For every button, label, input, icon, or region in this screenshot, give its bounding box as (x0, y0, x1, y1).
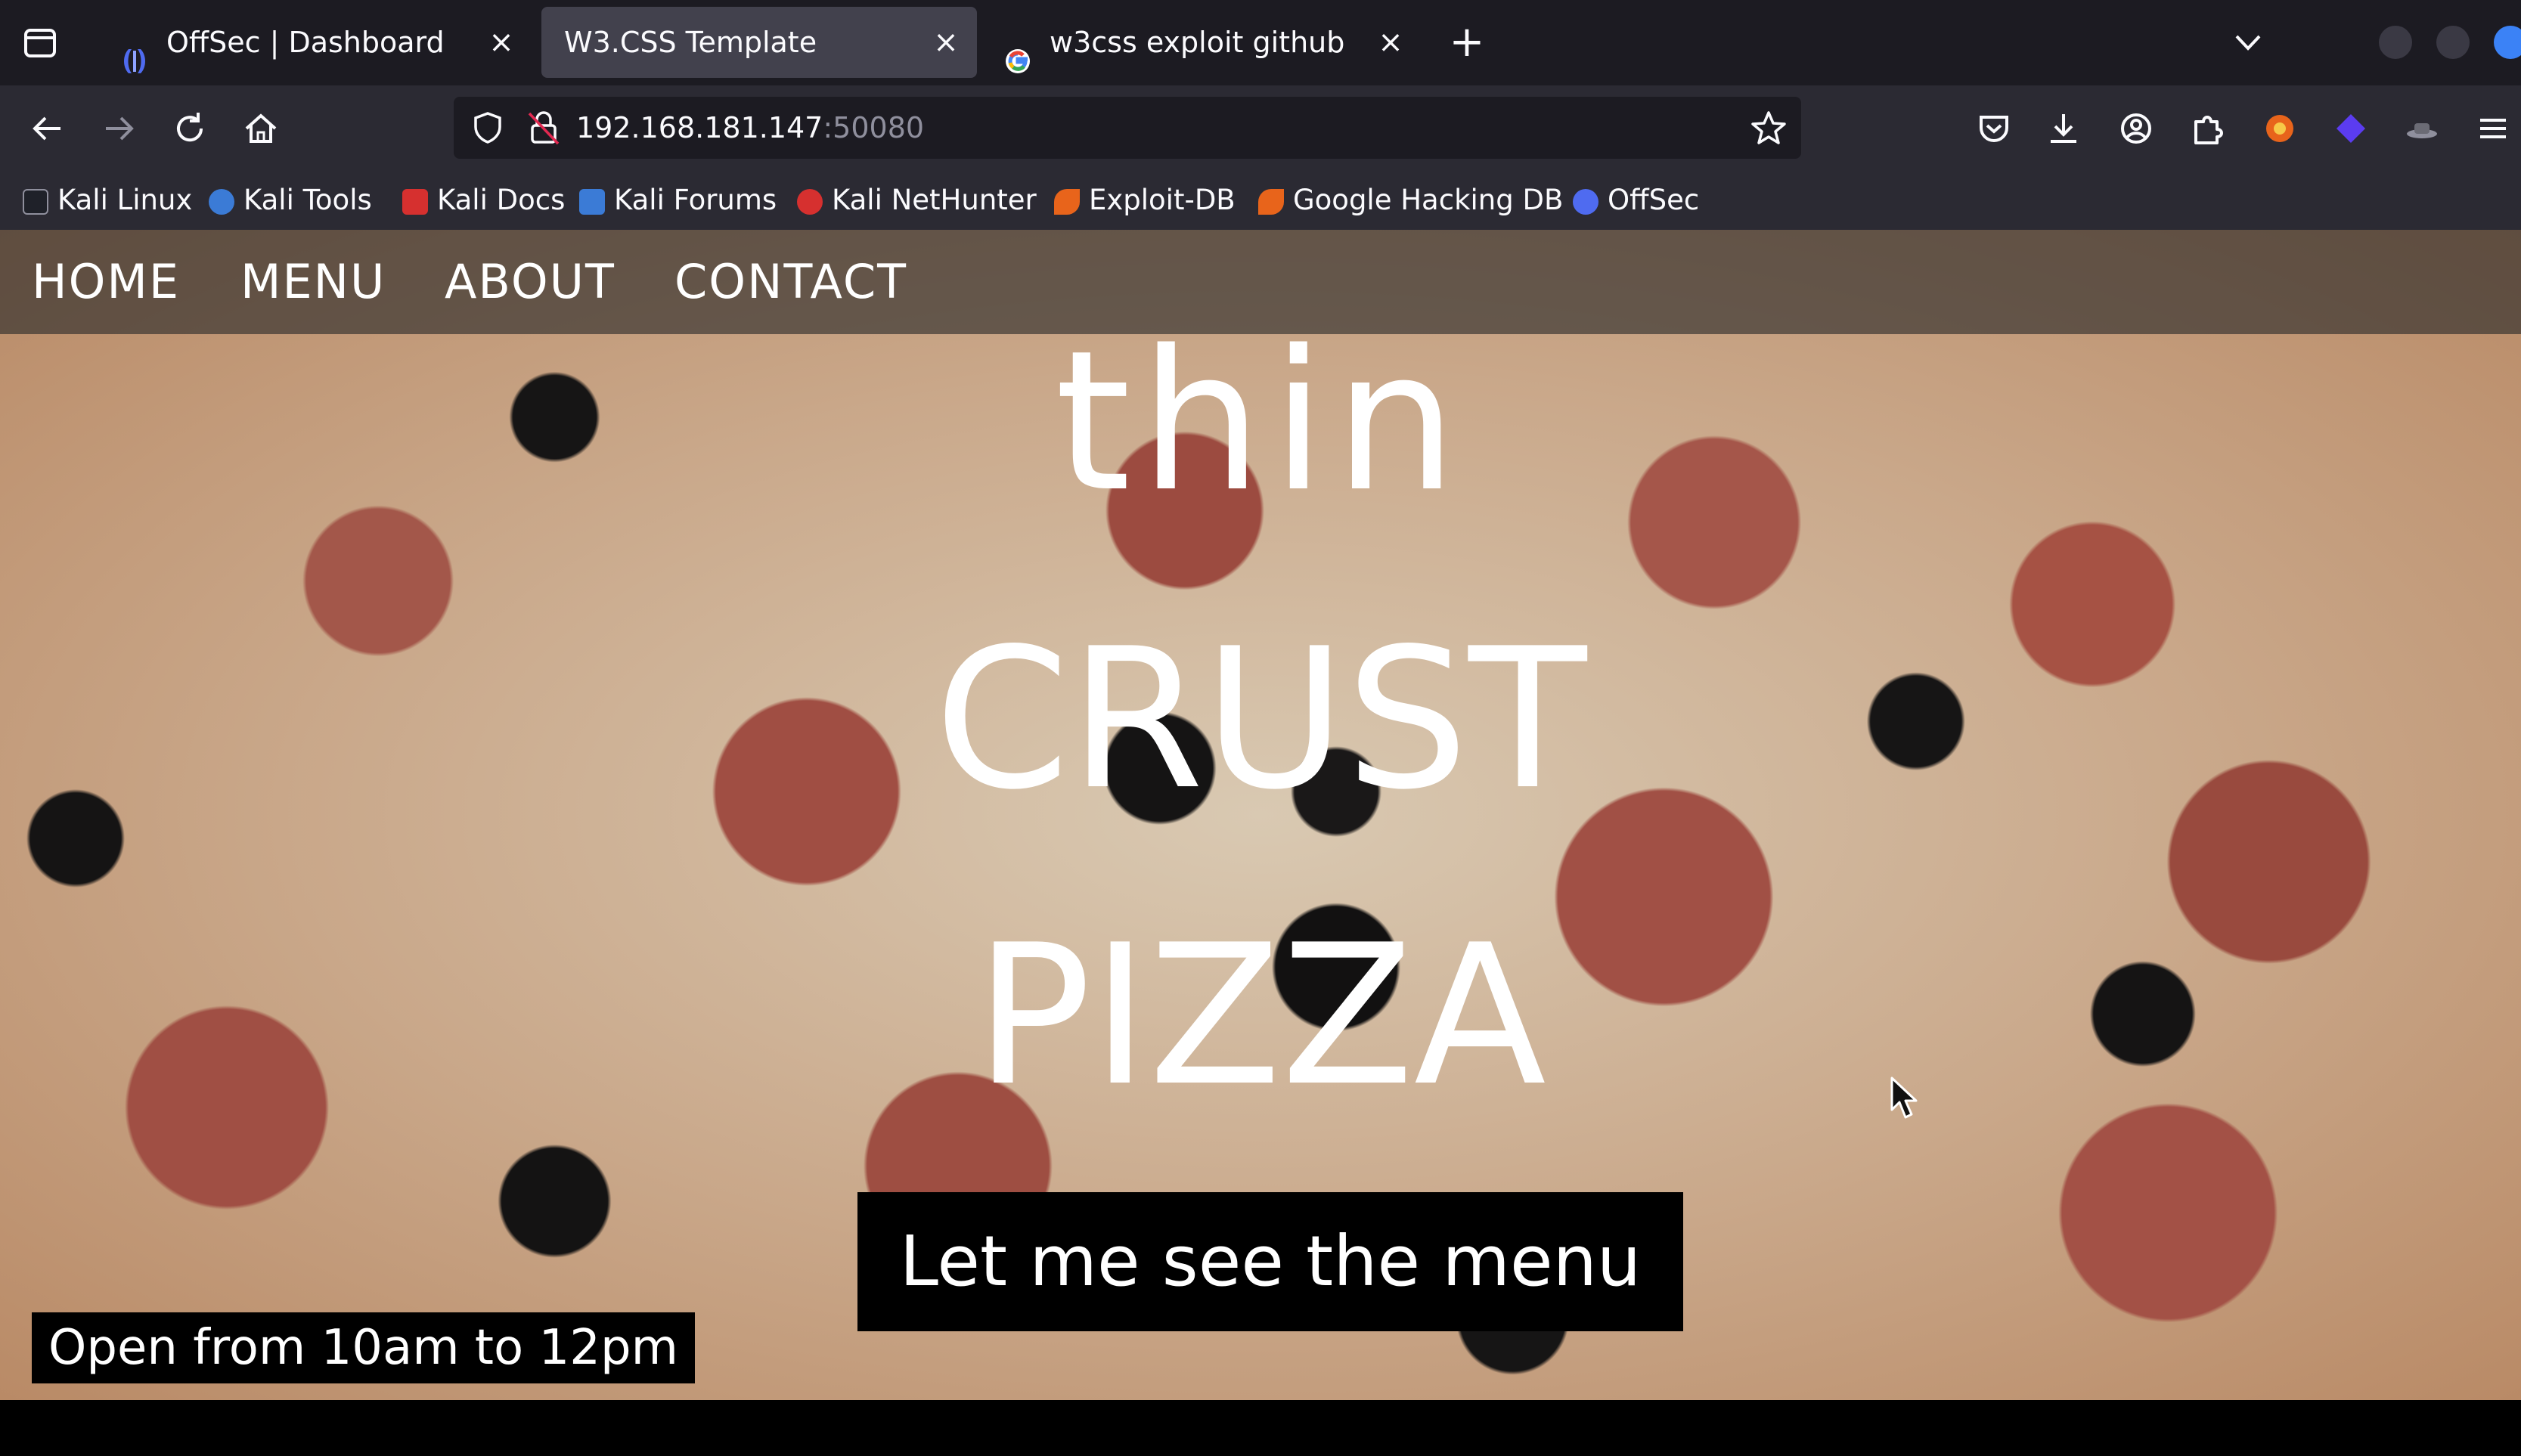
close-window-button[interactable] (2494, 26, 2521, 59)
tab-offsec-dashboard[interactable]: OffSec | Dashboard × (103, 7, 532, 78)
tab-bar: OffSec | Dashboard × W3.CSS Template × w… (0, 0, 2521, 85)
tab-label: W3.CSS Template (564, 26, 817, 59)
kali-tools-icon (209, 188, 234, 215)
fox-extension-icon (2266, 115, 2293, 142)
maximize-button[interactable] (2436, 26, 2470, 59)
bookmark-label: Exploit-DB (1089, 184, 1236, 216)
url-text[interactable]: 192.168.181.147:50080 (576, 97, 924, 159)
extensions-button[interactable] (2187, 108, 2228, 149)
nav-contact-link[interactable]: CONTACT (674, 230, 907, 334)
diamond-extension-icon (2336, 114, 2365, 143)
bookmark-kali-docs[interactable]: Kali Docs (402, 171, 565, 230)
back-button[interactable] (27, 108, 68, 149)
close-tab-icon[interactable]: × (1372, 23, 1409, 61)
tab-label: OffSec | Dashboard (166, 26, 445, 59)
minimize-button[interactable] (2379, 26, 2412, 59)
hamburger-menu-icon (2480, 119, 2506, 138)
firefox-view-button[interactable] (20, 23, 60, 64)
url-port: :50080 (823, 111, 925, 144)
kali-forums-icon (579, 188, 605, 215)
downloads-button[interactable] (2043, 108, 2084, 149)
arrow-right-icon (106, 116, 134, 141)
bookmark-label: Kali Tools (243, 184, 372, 216)
bookmarks-toolbar: Kali Linux Kali Tools Kali Docs Kali For… (0, 171, 2521, 231)
app-menu-button[interactable] (2473, 108, 2513, 149)
bookmark-kali-linux[interactable]: Kali Linux (23, 171, 192, 230)
chevron-down-icon (2235, 35, 2261, 51)
mouse-pointer-icon (1890, 1077, 1918, 1119)
bookmark-google-hacking-db[interactable]: Google Hacking DB (1258, 171, 1563, 230)
bookmark-label: OffSec (1608, 184, 1700, 216)
pizza-hero-page: HOME MENU ABOUT CONTACT thin CRUST PIZZA… (0, 230, 2521, 1400)
reload-button[interactable] (169, 108, 210, 149)
navigation-toolbar: 192.168.181.147:50080 (0, 85, 2521, 171)
nav-menu-link[interactable]: MENU (240, 230, 386, 334)
download-icon (2051, 114, 2076, 143)
url-bar[interactable]: 192.168.181.147:50080 (454, 97, 1801, 159)
bookmark-label: Google Hacking DB (1293, 184, 1564, 216)
forward-button[interactable] (98, 108, 139, 149)
nav-home-link[interactable]: HOME (32, 230, 180, 334)
bookmark-label: Kali Forums (614, 184, 777, 216)
hat-extension-icon (2407, 123, 2437, 138)
ghdb-icon (1258, 188, 1284, 215)
offsec-logo-icon (121, 29, 148, 73)
reload-icon (177, 113, 203, 142)
extension-purple-button[interactable] (2330, 108, 2371, 149)
tab-w3css-exploit-search[interactable]: w3css exploit github - ਸੰਘ × (986, 7, 1422, 78)
kali-docs-icon (402, 188, 428, 215)
insecure-lock-icon[interactable] (526, 109, 561, 150)
puzzle-piece-icon (2194, 116, 2223, 144)
pocket-icon (1980, 116, 2008, 142)
list-all-tabs-button[interactable] (2229, 26, 2267, 59)
url-host: 192.168.181.147 (576, 111, 823, 144)
bookmark-label: Kali Docs (437, 184, 566, 216)
bookmark-kali-nethunter[interactable]: Kali NetHunter (797, 171, 1037, 230)
pocket-button[interactable] (1974, 108, 2014, 149)
exploit-db-icon (1054, 188, 1080, 215)
account-icon (2121, 113, 2151, 144)
page-bottom-band (0, 1400, 2521, 1456)
google-g-icon (1004, 29, 1031, 73)
tab-label: w3css exploit github - ਸੰਘ (1050, 26, 1344, 59)
see-menu-button[interactable]: Let me see the menu (857, 1192, 1683, 1331)
tab-list-icon (24, 29, 56, 57)
nav-about-link[interactable]: ABOUT (445, 230, 616, 334)
bookmark-label: Kali Linux (57, 184, 193, 216)
tab-w3css-template[interactable]: W3.CSS Template × (541, 7, 977, 78)
bookmark-exploit-db[interactable]: Exploit-DB (1054, 171, 1236, 230)
bookmark-kali-tools[interactable]: Kali Tools (209, 171, 372, 230)
close-tab-icon[interactable]: × (482, 23, 520, 61)
home-icon (245, 113, 277, 143)
extension-hat-button[interactable] (2402, 108, 2442, 149)
bookmark-offsec[interactable]: OffSec (1573, 171, 1699, 230)
kali-nethunter-icon (797, 188, 823, 215)
shield-icon[interactable] (470, 110, 505, 148)
hero-line-thin: thin (1055, 309, 1466, 534)
home-button[interactable] (240, 108, 281, 149)
hero-line-crust: CRUST (934, 607, 1587, 832)
bookmark-kali-forums[interactable]: Kali Forums (579, 171, 777, 230)
new-tab-button[interactable]: + (1446, 21, 1488, 64)
opening-hours-badge: Open from 10am to 12pm (32, 1312, 695, 1383)
arrow-left-icon (33, 116, 60, 141)
bookmark-star-icon[interactable] (1750, 109, 1788, 150)
account-button[interactable] (2116, 108, 2157, 149)
extension-foxy-button[interactable] (2259, 108, 2300, 149)
bookmark-label: Kali NetHunter (832, 184, 1037, 216)
kali-dragon-icon (23, 188, 48, 215)
hero-line-pizza: PIZZA (975, 903, 1546, 1129)
offsec-logo-icon (1573, 188, 1598, 215)
close-tab-icon[interactable]: × (927, 23, 965, 61)
